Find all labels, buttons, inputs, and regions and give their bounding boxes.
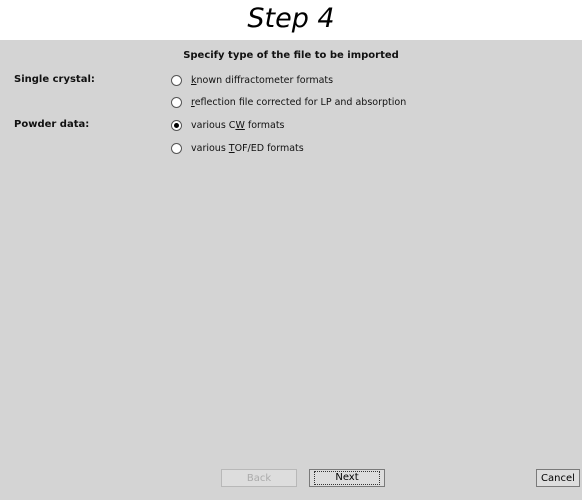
option-various-cw-formats[interactable]: various CW formats xyxy=(171,117,285,133)
option-label: various TOF/ED formats xyxy=(191,142,304,154)
radio-button[interactable] xyxy=(171,74,182,86)
step-title: Step 4 xyxy=(247,3,335,34)
back-button[interactable]: Back xyxy=(221,469,297,487)
single-crystal-label: Single crystal: xyxy=(14,74,95,85)
radio-button-selected[interactable] xyxy=(171,119,182,131)
next-button-label: Next xyxy=(314,471,380,485)
option-label: known diffractometer formats xyxy=(191,74,334,86)
radio-button[interactable] xyxy=(171,142,182,154)
option-known-diffractometer-formats[interactable]: known diffractometer formats xyxy=(171,72,333,88)
option-label: reflection file corrected for LP and abs… xyxy=(191,96,407,108)
option-label: various CW formats xyxy=(191,119,285,131)
import-type-panel: Specify type of the file to be imported … xyxy=(0,40,582,500)
option-various-tof-ed-formats[interactable]: various TOF/ED formats xyxy=(171,140,304,156)
panel-heading: Specify type of the file to be imported xyxy=(183,50,399,61)
radio-button[interactable] xyxy=(171,96,182,108)
next-button[interactable]: Next xyxy=(309,469,385,487)
option-reflection-file[interactable]: reflection file corrected for LP and abs… xyxy=(171,94,406,110)
cancel-button[interactable]: Cancel xyxy=(536,469,580,487)
powder-data-label: Powder data: xyxy=(14,119,90,130)
